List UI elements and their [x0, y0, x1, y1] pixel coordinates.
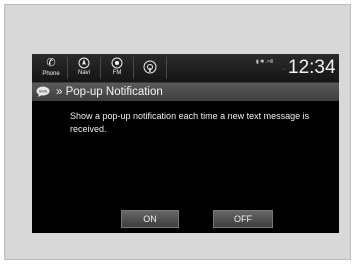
- divider: [100, 57, 101, 79]
- sms-icon: SMS: [36, 86, 50, 97]
- divider: [67, 57, 68, 79]
- audio-source-icon: [143, 60, 157, 74]
- display-screen: ✆ Phone Navi FM ▮ ✱ ↗ill ↔ 12:34 SMS » P…: [32, 54, 339, 233]
- sms-badge-text: SMS: [39, 89, 48, 94]
- page-frame: ✆ Phone Navi FM ▮ ✱ ↗ill ↔ 12:34 SMS » P…: [4, 4, 351, 260]
- description-text: Show a pop-up notification each time a n…: [70, 111, 310, 134]
- navi-label: Navi: [77, 70, 90, 76]
- fm-button[interactable]: FM: [102, 55, 132, 81]
- connection-icon: ↔: [281, 66, 286, 72]
- audio-source-button[interactable]: [135, 55, 165, 81]
- divider: [166, 57, 167, 79]
- title-bar: SMS » Pop-up Notification: [32, 83, 339, 101]
- navi-icon: [78, 57, 90, 69]
- app-bar: ✆ Phone Navi FM ▮ ✱ ↗ill ↔ 12:34: [32, 54, 339, 83]
- on-button[interactable]: ON: [121, 210, 179, 228]
- page-title: » Pop-up Notification: [56, 84, 163, 100]
- radio-icon: [111, 57, 123, 69]
- divider: [133, 57, 134, 79]
- breadcrumb-icon: »: [56, 86, 63, 98]
- phone-button[interactable]: ✆ Phone: [36, 55, 66, 81]
- phone-label: Phone: [42, 71, 60, 77]
- clock: 12:34: [288, 57, 336, 78]
- signal-icon: ▮ ✱ ↗ill: [256, 59, 274, 65]
- off-button[interactable]: OFF: [213, 210, 273, 228]
- fm-label: FM: [112, 70, 122, 76]
- navi-button[interactable]: Navi: [69, 55, 99, 81]
- title-label: Pop-up Notification: [65, 86, 163, 98]
- phone-icon: ✆: [46, 57, 56, 69]
- status-indicators: ▮ ✱ ↗ill ↔: [256, 59, 286, 75]
